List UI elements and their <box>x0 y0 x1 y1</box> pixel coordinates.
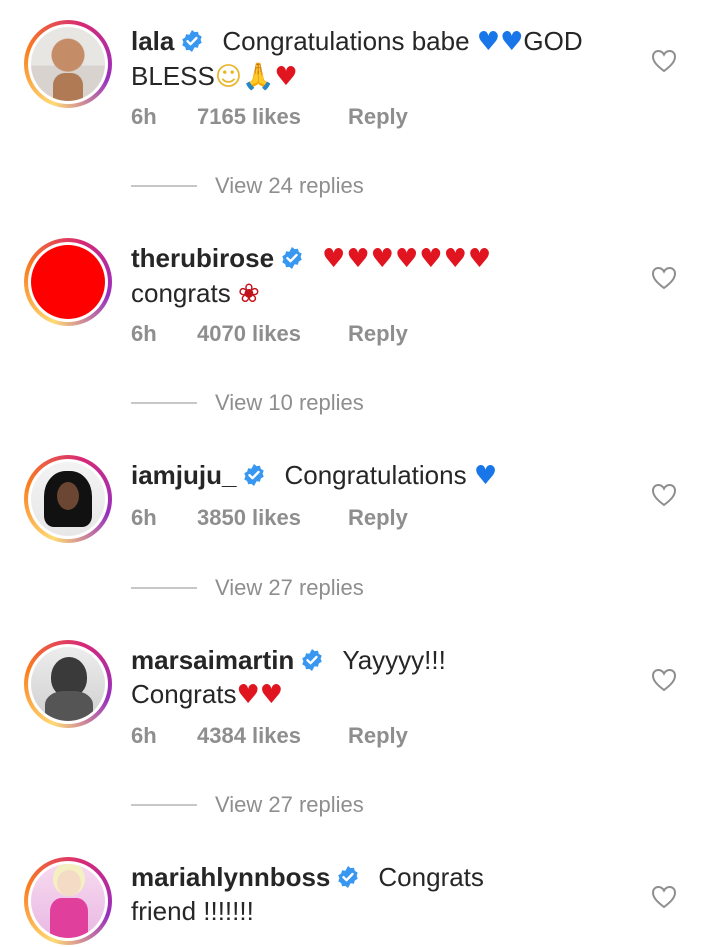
blue-heart-emoji-icon: ♥ <box>473 461 498 491</box>
divider <box>131 185 197 187</box>
reply-button[interactable]: Reply <box>348 104 408 130</box>
avatar-story-ring[interactable] <box>24 455 112 543</box>
comment-meta: 6h 7165 likes Reply <box>131 104 408 130</box>
avatar-story-ring[interactable] <box>24 857 112 945</box>
comment-text-line2: friend !!!!!!! <box>131 896 254 926</box>
like-heart-icon[interactable] <box>651 483 677 507</box>
comment-text: Yayyyy!!! <box>342 645 446 675</box>
comment-text: Congratulations babe <box>222 26 470 56</box>
comment-body: mariahlynnboss Congrats friend !!!!!!! <box>131 860 641 928</box>
comment-body: marsaimartin Yayyyy!!! Congrats♥♥ <box>131 643 641 712</box>
avatar <box>31 647 105 721</box>
comment-text: Congratulations <box>284 460 467 490</box>
divider <box>131 402 197 404</box>
like-count[interactable]: 3850 likes <box>197 505 348 531</box>
avatar <box>31 245 105 319</box>
verified-badge-icon <box>244 464 265 486</box>
view-replies-button[interactable]: View 24 replies <box>131 173 364 199</box>
comment-time: 6h <box>131 505 157 530</box>
like-count[interactable]: 7165 likes <box>197 104 348 130</box>
username[interactable]: marsaimartin <box>131 645 294 675</box>
reply-button[interactable]: Reply <box>348 321 408 347</box>
reply-button[interactable]: Reply <box>348 723 408 749</box>
username[interactable]: lala <box>131 26 174 56</box>
comment-body: iamjuju_ Congratulations ♥ <box>131 458 641 493</box>
comment-time: 6h <box>131 321 157 346</box>
comment-time: 6h <box>131 104 157 129</box>
avatar <box>31 27 105 101</box>
view-replies-label: View 10 replies <box>215 390 364 415</box>
view-replies-label: View 27 replies <box>215 792 364 817</box>
view-replies-label: View 24 replies <box>215 173 364 198</box>
comment-body: therubirose ♥♥♥♥♥♥♥ congrats ❀ <box>131 241 641 311</box>
avatar-story-ring[interactable] <box>24 20 112 108</box>
like-count[interactable]: 4384 likes <box>197 723 348 749</box>
comment-time: 6h <box>131 723 157 748</box>
avatar-story-ring[interactable] <box>24 238 112 326</box>
divider <box>131 587 197 589</box>
kissing-face-emoji-icon: ☺ <box>214 62 242 92</box>
comment-meta: 6h 4070 likes Reply <box>131 321 408 347</box>
comment-text: congrats <box>131 278 231 308</box>
red-heart-emoji-icon: ♥♥ <box>236 680 284 710</box>
praying-hands-emoji-icon: 🙏 <box>241 62 275 92</box>
username[interactable]: therubirose <box>131 243 274 273</box>
avatar-story-ring[interactable] <box>24 640 112 728</box>
red-heart-emoji-icon: ♥♥♥♥♥♥♥ <box>322 244 493 274</box>
comment-meta: 6h 4384 likes Reply <box>131 723 408 749</box>
like-heart-icon[interactable] <box>651 885 677 909</box>
avatar <box>31 462 105 536</box>
divider <box>131 804 197 806</box>
view-replies-label: View 27 replies <box>215 575 364 600</box>
username[interactable]: mariahlynnboss <box>131 862 330 892</box>
verified-badge-icon <box>302 649 323 671</box>
comment-text-line2: Congrats <box>131 679 237 709</box>
username[interactable]: iamjuju_ <box>131 460 236 490</box>
comment-meta: 6h 3850 likes Reply <box>131 505 408 531</box>
verified-badge-icon <box>282 247 302 269</box>
view-replies-button[interactable]: View 27 replies <box>131 575 364 601</box>
blue-heart-emoji-icon: ♥♥ <box>476 27 524 57</box>
like-heart-icon[interactable] <box>651 668 677 692</box>
like-count[interactable]: 4070 likes <box>197 321 348 347</box>
avatar <box>31 864 105 938</box>
verified-badge-icon <box>182 30 203 52</box>
view-replies-button[interactable]: View 27 replies <box>131 792 364 818</box>
comment-body: lala Congratulations babe ♥♥GOD BLESS☺🙏♥ <box>131 24 641 94</box>
view-replies-button[interactable]: View 10 replies <box>131 390 364 416</box>
rose-emoji-icon: ❀ <box>237 279 260 309</box>
red-heart-emoji-icon: ♥ <box>274 62 298 92</box>
like-heart-icon[interactable] <box>651 49 677 73</box>
verified-badge-icon <box>338 866 359 888</box>
like-heart-icon[interactable] <box>651 266 677 290</box>
comment-text: Congrats <box>378 862 484 892</box>
reply-button[interactable]: Reply <box>348 505 408 531</box>
